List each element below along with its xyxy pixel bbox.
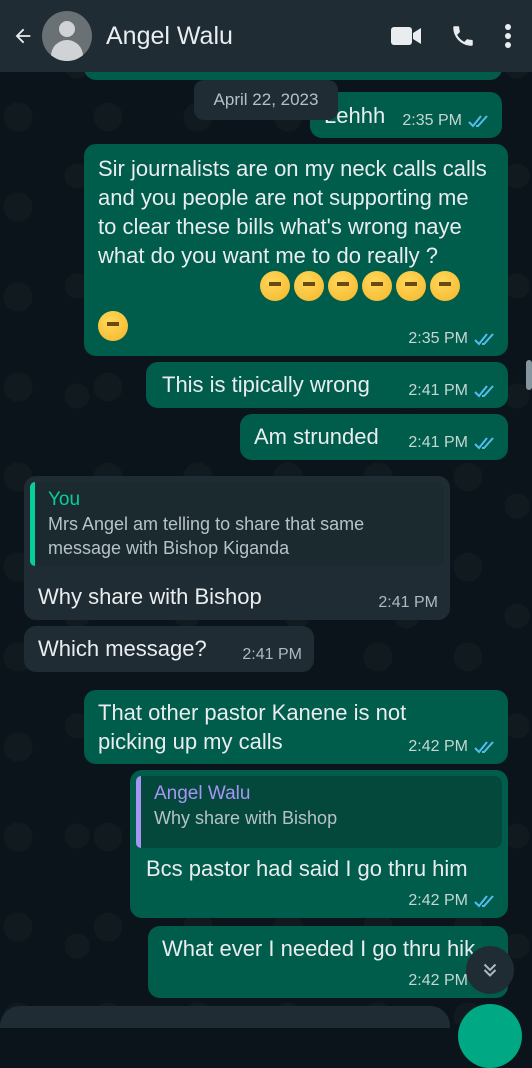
message-text: This is tipically wrong: [162, 372, 370, 397]
message-text: Am strunded: [254, 424, 379, 449]
sad-face-emoji: [362, 271, 392, 302]
contact-avatar[interactable]: [42, 11, 92, 61]
chat-header: Angel Walu: [0, 0, 532, 72]
message-time: 2:41 PM: [378, 594, 438, 611]
message-bubble[interactable]: That other pastor Kanene is not picking …: [84, 690, 508, 764]
message-time: 2:42 PM: [408, 972, 468, 989]
message-text: What ever I needed I go thru hik: [162, 936, 476, 961]
double-check-icon: [474, 741, 494, 754]
message-text: Why share with Bishop: [38, 584, 262, 609]
emoji-row: [260, 270, 464, 302]
quoted-message[interactable]: Angel Walu Why share with Bishop: [136, 776, 502, 848]
sad-face-emoji: [328, 271, 358, 302]
message-text: Sir journalists are on my neck calls cal…: [98, 156, 487, 268]
message-text: That other pastor Kanene is not picking …: [98, 700, 407, 754]
message-bubble[interactable]: Lehhh 2:35 PM: [310, 92, 502, 138]
crying-face-emoji: [98, 311, 128, 342]
message-time: 2:41 PM: [408, 382, 468, 399]
double-chevron-down-icon: [483, 963, 497, 977]
message-time: 2:41 PM: [242, 646, 302, 663]
send-button[interactable]: [458, 1004, 522, 1068]
date-chip: April 22, 2023: [194, 80, 338, 120]
message-text: Bcs pastor had said I go thru him: [146, 856, 468, 881]
sad-face-emoji: [294, 271, 324, 302]
message-time: 2:42 PM: [408, 892, 468, 909]
crying-face-emoji: [430, 271, 460, 302]
message-text: Which message?: [38, 636, 207, 661]
quoted-message[interactable]: You Mrs Angel am telling to share that s…: [30, 482, 444, 566]
message-bubble-incoming[interactable]: Which message? 2:41 PM: [24, 626, 314, 672]
message-time: 2:42 PM: [408, 738, 468, 755]
message-bubble-incoming[interactable]: You Mrs Angel am telling to share that s…: [24, 476, 450, 620]
double-check-icon: [474, 385, 494, 398]
quoted-text: Why share with Bishop: [154, 808, 338, 828]
voice-call-icon[interactable]: [450, 23, 476, 49]
message-bubble[interactable]: Sir journalists are on my neck calls cal…: [84, 144, 508, 356]
scroll-indicator[interactable]: [526, 360, 532, 390]
double-check-icon: [474, 333, 494, 346]
message-input-bar[interactable]: [0, 1006, 450, 1028]
quoted-author: You: [48, 489, 81, 510]
message-time: 2:35 PM: [408, 330, 468, 347]
double-check-icon: [474, 895, 494, 908]
sad-face-emoji: [260, 271, 290, 302]
back-arrow-icon[interactable]: [12, 25, 34, 47]
double-check-icon: [468, 115, 488, 128]
message-bubble[interactable]: This is tipically wrong 2:41 PM: [146, 362, 508, 408]
message-bubble[interactable]: What ever I needed I go thru hik 2:42 PM: [148, 926, 508, 998]
video-call-icon[interactable]: [390, 25, 422, 47]
message-bubble[interactable]: Angel Walu Why share with Bishop Bcs pas…: [130, 770, 508, 918]
quoted-text: Mrs Angel am telling to share that same …: [48, 514, 365, 558]
scroll-to-bottom-button[interactable]: [466, 946, 514, 994]
quoted-author: Angel Walu: [154, 783, 251, 804]
more-options-icon[interactable]: [504, 23, 512, 49]
double-check-icon: [474, 437, 494, 450]
message-time: 2:35 PM: [402, 112, 462, 129]
crying-face-emoji: [396, 271, 426, 302]
message-time: 2:41 PM: [408, 434, 468, 451]
contact-name[interactable]: Angel Walu: [106, 22, 390, 51]
message-bubble[interactable]: Am strunded 2:41 PM: [240, 414, 508, 460]
